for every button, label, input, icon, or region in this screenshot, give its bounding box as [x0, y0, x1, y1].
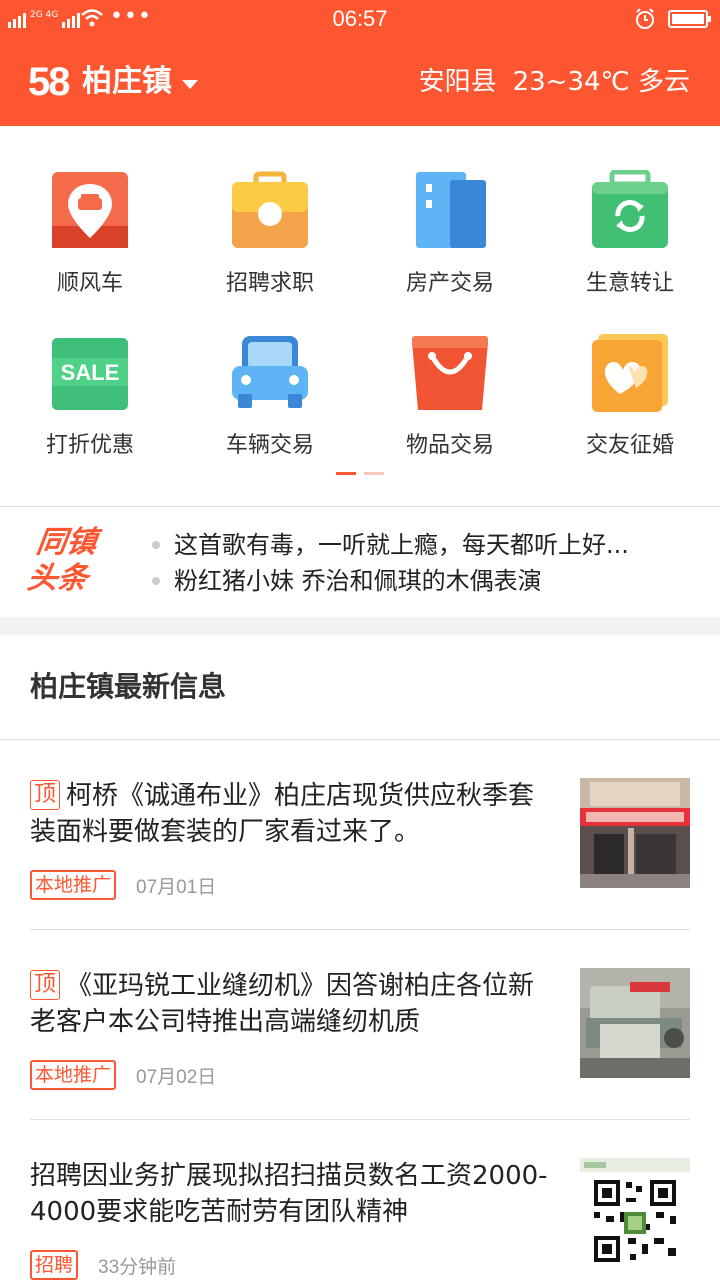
page-dot[interactable] — [364, 472, 384, 475]
briefcase-icon — [232, 171, 308, 248]
listing-item[interactable]: 顶《亚玛锐工业缝纫机》因答谢柏庄各位新老客户本公司特推出高端缝纫机质 本地推广 … — [30, 930, 690, 1120]
car-icon — [232, 336, 308, 408]
weather-text: 23~34℃ 多云 — [512, 67, 690, 97]
headlines-logo-line1: 同镇 — [34, 525, 100, 560]
listing-meta: 本地推广 07月01日 — [30, 870, 216, 900]
listing-meta: 招聘 33分钟前 — [30, 1250, 176, 1280]
weather-info[interactable]: 安阳县 23~34℃ 多云 — [419, 64, 690, 100]
svg-text:SALE: SALE — [61, 360, 120, 385]
status-bar: 2G 4G ••• 06:57 — [0, 0, 720, 42]
listing-title: 招聘因业务扩展现拟招扫描员数名工资2000-4000要求能吃苦耐劳有团队精神 — [30, 1158, 560, 1230]
listing-item[interactable]: 招聘因业务扩展现拟招扫描员数名工资2000-4000要求能吃苦耐劳有团队精神 招… — [30, 1120, 690, 1280]
town-selector[interactable]: 柏庄镇 — [82, 62, 198, 102]
section-spacer — [0, 617, 720, 635]
pinned-badge: 顶 — [30, 970, 61, 1000]
section-title: 柏庄镇最新信息 — [30, 670, 227, 703]
listing-item[interactable]: 顶柯桥《诚通布业》柏庄店现货供应秋季套装面料要做套装的厂家看过来了。 本地推广 … — [30, 740, 690, 930]
section-header: 柏庄镇最新信息 — [0, 635, 720, 740]
qr-code-image — [580, 1158, 690, 1268]
top-bar: 58 柏庄镇 安阳县 23~34℃ 多云 — [0, 42, 720, 126]
listing-date: 33分钟前 — [98, 1256, 177, 1278]
headlines-logo: 同镇 头条 — [25, 525, 139, 597]
listing-title-text: 招聘因业务扩展现拟招扫描员数名工资2000-4000要求能吃苦耐劳有团队精神 — [30, 1161, 548, 1227]
app-logo[interactable]: 58 — [28, 60, 70, 104]
listing-title: 顶《亚玛锐工业缝纫机》因答谢柏庄各位新老客户本公司特推出高端缝纫机质 — [30, 968, 560, 1040]
chevron-down-icon — [182, 79, 198, 89]
category-discounts[interactable]: SALE 打折优惠 — [0, 288, 180, 458]
town-name: 柏庄镇 — [82, 64, 172, 99]
category-label: 打折优惠 — [45, 433, 134, 458]
listing-thumbnail — [580, 778, 690, 888]
headline-item[interactable]: 这首歌有毒，一听就上瘾，每天都听上好... — [152, 527, 629, 563]
category-jobs[interactable]: 招聘求职 — [180, 126, 360, 296]
alarm-icon — [636, 8, 654, 29]
category-real-estate[interactable]: 房产交易 — [360, 126, 540, 296]
category-label: 车辆交易 — [225, 433, 314, 458]
headline-item[interactable]: 粉红猪小妹 乔治和佩琪的木偶表演 — [152, 563, 629, 599]
page-indicator — [336, 472, 384, 475]
category-grid: 顺风车 招聘求职 房产交易 生意转让 SALE 打折优惠 车辆交易 物品交易 交… — [0, 126, 720, 490]
clock: 06:57 — [332, 6, 388, 31]
town-headlines[interactable]: 同镇 头条 这首歌有毒，一听就上瘾，每天都听上好... 粉红猪小妹 乔治和佩琪的… — [0, 507, 720, 617]
listing-title: 顶柯桥《诚通布业》柏庄店现货供应秋季套装面料要做套装的厂家看过来了。 — [30, 778, 560, 850]
listing-tag: 招聘 — [30, 1250, 79, 1280]
category-label: 交友征婚 — [585, 433, 674, 458]
county-name: 安阳县 — [418, 67, 497, 97]
category-label: 物品交易 — [405, 433, 494, 458]
listing-tag: 本地推广 — [30, 870, 117, 900]
app-header: 2G 4G ••• 06:57 58 柏庄镇 安阳县 23~34℃ 多云 — [0, 0, 720, 126]
sale-tag-icon: SALE — [52, 338, 128, 410]
listing-thumbnail — [580, 968, 690, 1078]
listing-tag: 本地推广 — [30, 1060, 117, 1090]
car-pin-icon — [52, 172, 128, 248]
headline-list: 这首歌有毒，一听就上瘾，每天都听上好... 粉红猪小妹 乔治和佩琪的木偶表演 — [152, 527, 629, 599]
listing-meta: 本地推广 07月02日 — [30, 1060, 216, 1090]
page-dot-active — [336, 472, 356, 475]
battery-icon — [668, 10, 711, 28]
headlines-logo-line2: 头条 — [25, 561, 90, 596]
category-dating[interactable]: 交友征婚 — [540, 288, 720, 458]
refresh-bag-icon — [592, 170, 668, 248]
listing-title-text: 柯桥《诚通布业》柏庄店现货供应秋季套装面料要做套装的厂家看过来了。 — [30, 781, 535, 847]
heart-card-icon — [592, 334, 668, 412]
listing-title-text: 《亚玛锐工业缝纫机》因答谢柏庄各位新老客户本公司特推出高端缝纫机质 — [30, 971, 535, 1037]
category-goods[interactable]: 物品交易 — [360, 288, 540, 458]
listing-date: 07月01日 — [136, 876, 217, 898]
category-vehicles[interactable]: 车辆交易 — [180, 288, 360, 458]
shopping-bag-icon — [412, 336, 488, 410]
pinned-badge: 顶 — [30, 780, 61, 810]
category-business-transfer[interactable]: 生意转让 — [540, 126, 720, 296]
listing-date: 07月02日 — [136, 1066, 217, 1088]
category-ride-share[interactable]: 顺风车 — [0, 126, 180, 296]
building-icon — [416, 172, 486, 248]
